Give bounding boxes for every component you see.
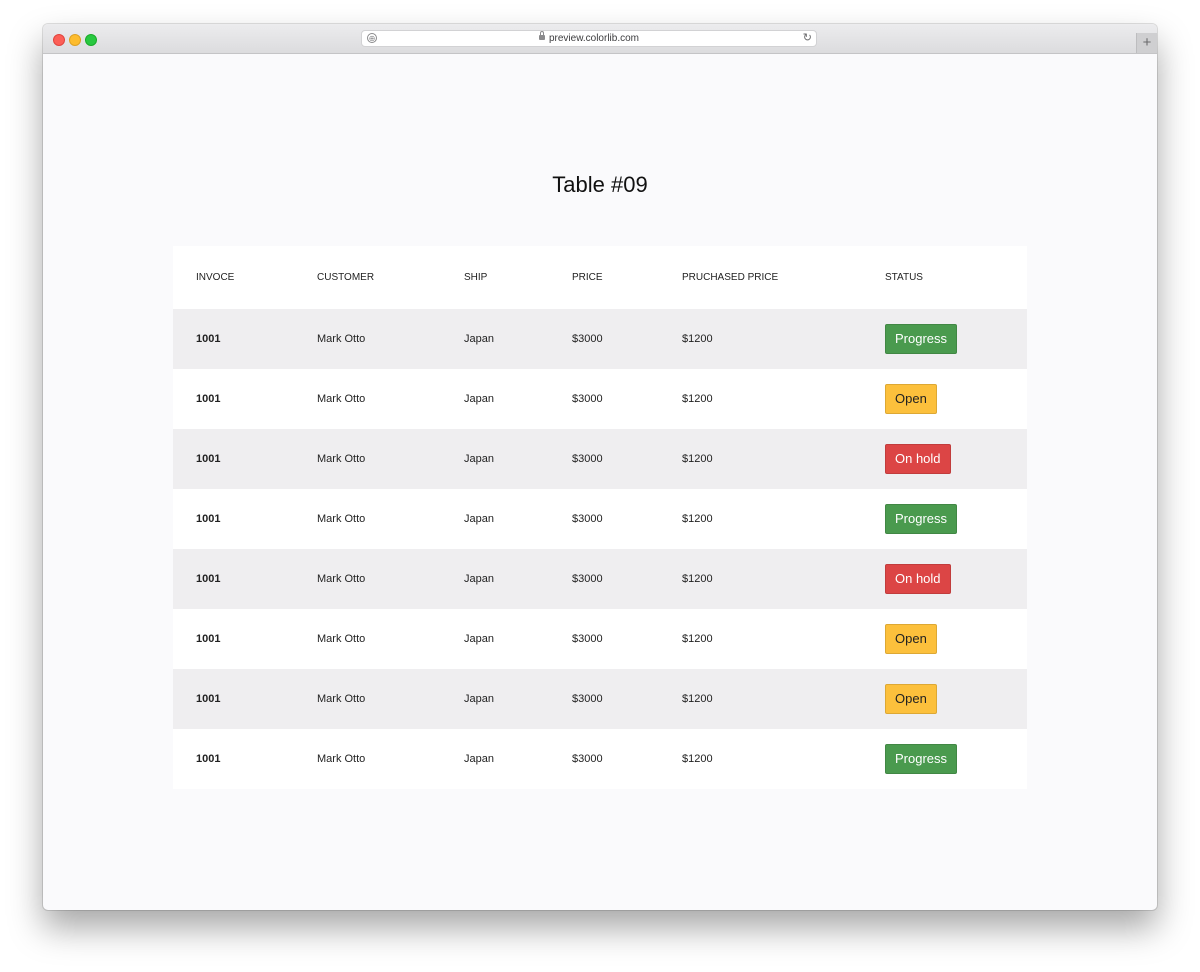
cell-invoice: 1001 [196,693,221,705]
address-text-container: preview.colorlib.com [362,31,816,45]
table-row: 1001 Mark Otto Japan $3000 $1200 On hold [173,429,1027,489]
header-price: PRICE [572,272,603,283]
cell-price: $3000 [572,513,603,525]
table-row: 1001 Mark Otto Japan $3000 $1200 Open [173,609,1027,669]
table-row: 1001 Mark Otto Japan $3000 $1200 Open [173,669,1027,729]
table-header-row: INVOCE CUSTOMER SHIP PRICE PRUCHASED PRI… [173,246,1027,309]
cell-status: Open [885,609,1027,669]
cell-price: $3000 [572,333,603,345]
page-title: Table #09 [552,172,648,197]
cell-ship: Japan [464,393,494,405]
table-row: 1001 Mark Otto Japan $3000 $1200 On hold [173,549,1027,609]
new-tab-button[interactable]: + [1136,33,1157,53]
table-body: 1001 Mark Otto Japan $3000 $1200 Progres… [173,309,1027,789]
cell-customer: Mark Otto [317,753,366,765]
cell-status: On hold [885,549,1027,609]
cell-invoice: 1001 [196,393,221,405]
cell-invoice: 1001 [196,513,221,525]
cell-customer: Mark Otto [317,333,366,345]
cell-ship: Japan [464,633,494,645]
lock-icon [538,31,545,40]
table-row: 1001 Mark Otto Japan $3000 $1200 Progres… [173,729,1027,789]
cell-ship: Japan [464,513,494,525]
header-invoice: INVOCE [196,272,235,283]
header-customer: CUSTOMER [317,272,375,283]
invoice-table-container: INVOCE CUSTOMER SHIP PRICE PRUCHASED PRI… [173,246,1027,789]
address-bar[interactable]: ⊕ preview.colorlib.com ↻ [361,30,817,47]
status-badge[interactable]: On hold [885,444,951,474]
cell-invoice: 1001 [196,633,221,645]
cell-price: $3000 [572,453,603,465]
status-badge[interactable]: Progress [885,744,958,774]
cell-ship: Japan [464,573,494,585]
page-content: Table #09 INVOCE CUSTOMER SHIP PRICE PRU… [43,54,1157,910]
status-badge[interactable]: Open [885,624,937,654]
cell-ship: Japan [464,753,494,765]
cell-status: On hold [885,429,1027,489]
cell-status: Open [885,369,1027,429]
cell-customer: Mark Otto [317,513,366,525]
maximize-window-button[interactable] [85,34,97,46]
table-header: INVOCE CUSTOMER SHIP PRICE PRUCHASED PRI… [173,246,1027,309]
table-row: 1001 Mark Otto Japan $3000 $1200 Progres… [173,489,1027,549]
cell-customer: Mark Otto [317,393,366,405]
cell-customer: Mark Otto [317,693,366,705]
cell-invoice: 1001 [196,333,221,345]
cell-invoice: 1001 [196,573,221,585]
header-status: STATUS [885,272,923,283]
status-badge[interactable]: Open [885,684,937,714]
cell-status: Progress [885,309,1027,369]
cell-purchased-price: $1200 [682,513,713,525]
cell-price: $3000 [572,393,603,405]
invoice-table: INVOCE CUSTOMER SHIP PRICE PRUCHASED PRI… [173,246,1027,789]
cell-purchased-price: $1200 [682,453,713,465]
status-badge[interactable]: Open [885,384,937,414]
status-badge[interactable]: On hold [885,564,951,594]
close-window-button[interactable] [53,34,65,46]
minimize-window-button[interactable] [69,34,81,46]
cell-purchased-price: $1200 [682,333,713,345]
cell-invoice: 1001 [196,453,221,465]
cell-ship: Japan [464,333,494,345]
cell-purchased-price: $1200 [682,693,713,705]
cell-status: Open [885,669,1027,729]
cell-purchased-price: $1200 [682,573,713,585]
cell-price: $3000 [572,633,603,645]
cell-invoice: 1001 [196,753,221,765]
browser-titlebar: ⊕ preview.colorlib.com ↻ + [43,24,1157,54]
cell-ship: Japan [464,693,494,705]
cell-customer: Mark Otto [317,633,366,645]
cell-price: $3000 [572,573,603,585]
address-url[interactable]: preview.colorlib.com [549,33,639,44]
cell-status: Progress [885,489,1027,549]
cell-price: $3000 [572,753,603,765]
status-badge[interactable]: Progress [885,504,958,534]
cell-ship: Japan [464,453,494,465]
reload-icon[interactable]: ↻ [803,32,812,45]
cell-purchased-price: $1200 [682,393,713,405]
status-badge[interactable]: Progress [885,324,958,354]
browser-window: ⊕ preview.colorlib.com ↻ + Table #09 INV… [43,24,1157,910]
cell-purchased-price: $1200 [682,633,713,645]
header-purchased-price: PRUCHASED PRICE [682,272,779,283]
header-ship: SHIP [464,272,488,283]
cell-customer: Mark Otto [317,453,366,465]
cell-price: $3000 [572,693,603,705]
cell-status: Progress [885,729,1027,789]
cell-purchased-price: $1200 [682,753,713,765]
table-row: 1001 Mark Otto Japan $3000 $1200 Progres… [173,309,1027,369]
table-row: 1001 Mark Otto Japan $3000 $1200 Open [173,369,1027,429]
cell-customer: Mark Otto [317,573,366,585]
